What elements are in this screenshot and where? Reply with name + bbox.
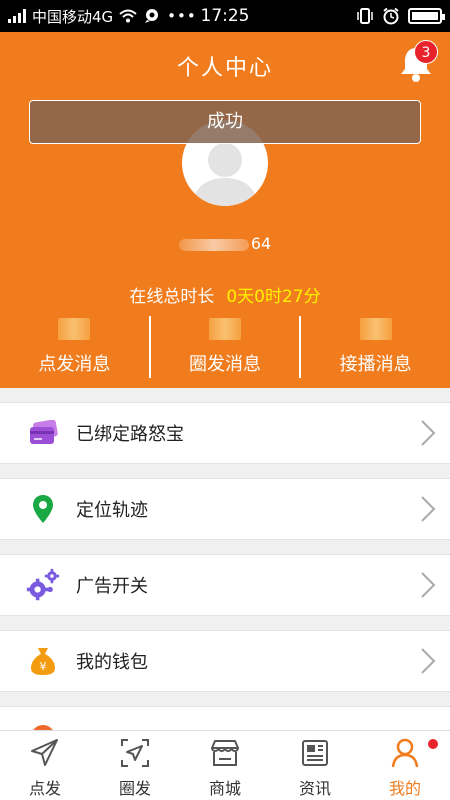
status-bar: 中国移动4G ••• 17:25: [0, 0, 450, 32]
stat-label: 点发消息: [38, 354, 111, 375]
success-toast: 成功: [29, 100, 421, 144]
menu-item-location-track[interactable]: 定位轨迹: [0, 478, 450, 540]
stat-label: 接播消息: [339, 354, 412, 375]
default-avatar-icon: [192, 143, 258, 206]
person-icon: [391, 738, 419, 768]
stat-count-blurred: [209, 318, 241, 340]
wifi-icon: [119, 9, 137, 23]
menu-item-wallet[interactable]: ¥ 我的钱包: [0, 630, 450, 692]
battery-icon: [408, 8, 445, 24]
stat-point-messages[interactable]: 点发消息: [0, 316, 149, 378]
vibrate-icon: [357, 8, 373, 24]
stat-label: 圈发消息: [189, 354, 261, 375]
chevron-right-icon: [421, 420, 436, 446]
menu-item-label: 已绑定路怒宝: [76, 424, 184, 445]
menu-item-ad-switch[interactable]: 广告开关: [0, 554, 450, 616]
menu-item-label: 广告开关: [76, 576, 148, 597]
unread-dot: [428, 739, 438, 749]
tab-shop[interactable]: 商城: [180, 731, 270, 800]
chevron-right-icon: [421, 496, 436, 522]
signal-icon: [8, 9, 26, 23]
card-icon: [26, 416, 60, 450]
tab-mine[interactable]: 我的: [360, 731, 450, 800]
paper-plane-icon: [31, 739, 58, 766]
more-dots-icon: •••: [167, 7, 197, 25]
tab-label: 商城: [208, 779, 241, 798]
menu-item-label: 我的钱包: [76, 652, 148, 673]
shop-icon: [211, 740, 239, 766]
status-right: [356, 7, 445, 25]
location-pin-icon: [26, 492, 60, 526]
page-title: 个人中心: [176, 56, 273, 81]
money-bag-icon: ¥: [26, 644, 60, 678]
status-left: 中国移动4G •••: [8, 6, 197, 27]
profile-header: 个人中心 3 成功 64 在线总时长 0天0时27分 点发消息 圈发消息 接播消息: [0, 32, 450, 388]
bottom-tab-bar: 点发 圈发 商城 资讯 我的: [0, 730, 450, 800]
tab-label: 我的: [388, 779, 421, 798]
partial-orange-icon: [26, 720, 60, 730]
stat-count-blurred: [58, 318, 91, 340]
menu-item-bound-device[interactable]: 已绑定路怒宝: [0, 402, 450, 464]
message-stats: 点发消息 圈发消息 接播消息: [0, 316, 450, 378]
tab-circle-send[interactable]: 圈发: [90, 731, 180, 800]
tab-point-send[interactable]: 点发: [0, 731, 90, 800]
chevron-right-icon: [421, 572, 436, 598]
online-duration-value: 0天0时27分: [226, 287, 321, 307]
alarm-icon: [383, 7, 399, 25]
svg-text:¥: ¥: [40, 660, 47, 673]
online-duration: 在线总时长 0天0时27分: [0, 282, 450, 307]
newspaper-icon: [302, 740, 328, 766]
tab-label: 资讯: [298, 779, 331, 798]
menu-item-label: 定位轨迹: [76, 500, 148, 521]
chevron-right-icon: [421, 648, 436, 674]
circle-send-icon: [121, 739, 149, 767]
online-duration-label: 在线总时长: [129, 287, 215, 307]
username: 64: [0, 234, 450, 253]
tab-news[interactable]: 资讯: [270, 731, 360, 800]
stat-count-blurred: [359, 318, 392, 340]
carrier-label: 中国移动4G: [32, 7, 114, 26]
gears-icon: [26, 568, 60, 602]
username-visible-suffix: 64: [250, 234, 272, 253]
tab-label: 圈发: [118, 779, 151, 798]
stat-circle-messages[interactable]: 圈发消息: [148, 316, 300, 378]
menu-list: 已绑定路怒宝 定位轨迹 广告开关 ¥ 我的钱包: [0, 388, 450, 730]
username-blurred: [178, 238, 249, 251]
menu-item-partial[interactable]: [0, 706, 450, 730]
notification-badge: 3: [414, 40, 438, 64]
chat-icon: [145, 9, 159, 23]
tab-label: 点发: [28, 779, 61, 798]
stat-broadcast-messages[interactable]: 接播消息: [299, 316, 450, 378]
